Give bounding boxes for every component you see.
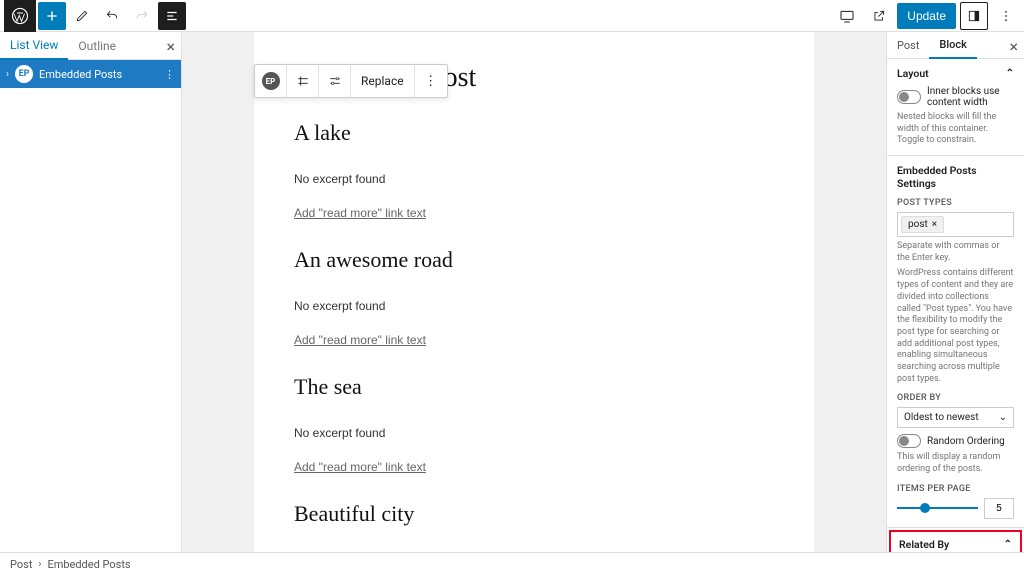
edit-tool-button[interactable] — [68, 2, 96, 30]
embedded-settings-header[interactable]: Embedded Posts Settings — [897, 164, 1014, 190]
chevron-right-icon: › — [6, 69, 9, 80]
tab-post[interactable]: Post — [887, 33, 929, 58]
embedded-post-heading: A lake — [294, 120, 774, 146]
items-per-page-label: ITEMS PER PAGE — [897, 484, 1014, 494]
settings-icon-button[interactable] — [319, 65, 351, 97]
post-types-label: POST TYPES — [897, 198, 1014, 208]
list-item-label: Embedded Posts — [39, 68, 122, 81]
close-list-view-icon[interactable]: × — [166, 37, 175, 56]
list-item-embedded-posts[interactable]: › EP Embedded Posts ⋮ — [0, 60, 181, 88]
update-button[interactable]: Update — [897, 3, 956, 29]
order-by-label: ORDER BY — [897, 393, 1014, 403]
post-type-chip[interactable]: post × — [901, 216, 944, 233]
related-by-header[interactable]: Related By⌃ — [899, 538, 1012, 551]
top-toolbar: Update — [0, 0, 1024, 32]
close-settings-icon[interactable]: × — [1009, 37, 1018, 56]
remove-chip-icon[interactable]: × — [932, 219, 937, 230]
excerpt-text: No excerpt found — [294, 172, 774, 186]
embedded-post-heading: The sea — [294, 374, 774, 400]
read-more-link[interactable]: Add "read more" link text — [294, 333, 426, 347]
align-button[interactable] — [287, 65, 319, 97]
items-per-page-input[interactable] — [984, 498, 1014, 519]
tab-list-view[interactable]: List View — [0, 32, 68, 60]
wordpress-logo-icon[interactable] — [4, 0, 36, 32]
undo-button[interactable] — [98, 2, 126, 30]
document-content[interactable]: Yet another post A lake No excerpt found… — [254, 32, 814, 552]
breadcrumb-bar: Post › Embedded Posts — [0, 552, 1024, 576]
read-more-link[interactable]: Add "read more" link text — [294, 460, 426, 474]
inner-width-toggle[interactable] — [897, 90, 921, 104]
toggle-label: Random Ordering — [927, 436, 1005, 447]
redo-button[interactable] — [128, 2, 156, 30]
embedded-post-heading: An awesome road — [294, 247, 774, 273]
chevron-right-icon: › — [38, 559, 41, 570]
post-types-desc: WordPress contains different types of co… — [897, 268, 1014, 385]
view-desktop-icon[interactable] — [833, 2, 861, 30]
breadcrumb-item[interactable]: Post — [10, 558, 32, 571]
embedded-post-heading: Beautiful city — [294, 501, 774, 527]
editor-canvas[interactable]: EP Replace ⋮ Yet another post A lake No … — [182, 32, 886, 552]
block-type-icon[interactable]: EP — [255, 65, 287, 97]
breadcrumb-item[interactable]: Embedded Posts — [47, 558, 130, 571]
layout-help-text: Nested blocks will fill the width of thi… — [897, 112, 1014, 147]
random-help: This will display a random ordering of t… — [897, 452, 1014, 475]
related-by-highlight: Related By⌃ Categories Tags Author — [889, 530, 1022, 552]
separate-hint: Separate with commas or the Enter key. — [897, 241, 1014, 264]
more-options-icon[interactable] — [992, 2, 1020, 30]
list-view-panel: List View Outline × › EP Embedded Posts … — [0, 32, 182, 552]
add-block-button[interactable] — [38, 2, 66, 30]
block-toolbar: EP Replace ⋮ — [254, 64, 448, 98]
toggle-label: Inner blocks use content width — [927, 86, 1014, 108]
document-overview-button[interactable] — [158, 2, 186, 30]
settings-panel-toggle[interactable] — [960, 2, 988, 30]
read-more-link[interactable]: Add "read more" link text — [294, 206, 426, 220]
settings-sidebar: Post Block × Layout⌃ Inner blocks use co… — [886, 32, 1024, 552]
tab-block[interactable]: Block — [929, 32, 976, 59]
tab-outline[interactable]: Outline — [68, 33, 126, 59]
items-per-page-slider[interactable] — [897, 507, 978, 509]
embedded-posts-badge-icon: EP — [15, 65, 33, 83]
list-item-more-icon[interactable]: ⋮ — [164, 68, 175, 81]
layout-section-header[interactable]: Layout⌃ — [897, 67, 1014, 80]
excerpt-text: No excerpt found — [294, 426, 774, 440]
block-more-icon[interactable]: ⋮ — [415, 65, 447, 97]
excerpt-text: No excerpt found — [294, 299, 774, 313]
random-ordering-toggle[interactable] — [897, 434, 921, 448]
preview-external-icon[interactable] — [865, 2, 893, 30]
replace-button[interactable]: Replace — [351, 65, 415, 97]
order-by-select[interactable]: Oldest to newest⌄ — [897, 407, 1014, 428]
